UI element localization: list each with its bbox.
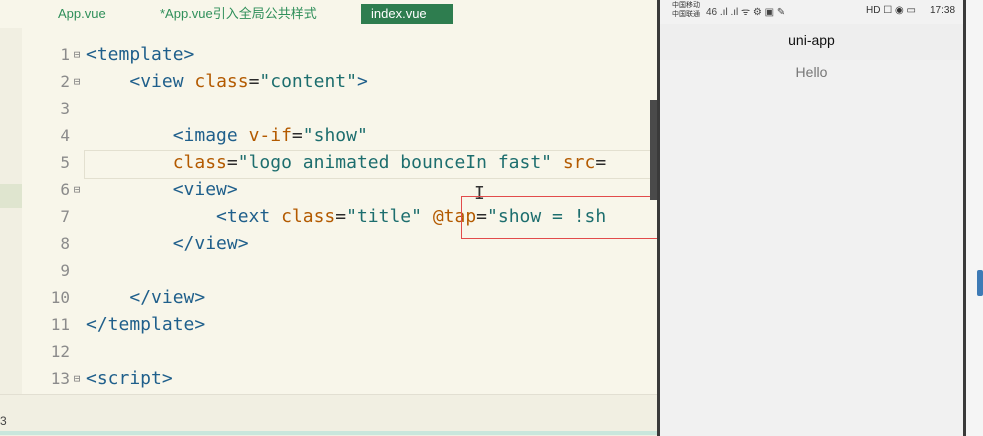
code-token: "logo animated bounceIn fast" bbox=[237, 152, 563, 173]
code-token: </view> bbox=[129, 287, 206, 308]
fold-toggle-icon[interactable]: ⊟ bbox=[72, 365, 82, 392]
line-number: 8 bbox=[60, 234, 70, 253]
code-line[interactable]: class="logo animated bounceIn fast" src= bbox=[86, 149, 607, 176]
code-token: = bbox=[595, 152, 607, 173]
code-line[interactable]: <image v-if="show" bbox=[86, 122, 368, 149]
line-number: 1 bbox=[60, 45, 70, 64]
line-number: 6 bbox=[60, 180, 70, 199]
code-token: "show" bbox=[302, 125, 368, 146]
phone-nav-bar: uni-app bbox=[660, 24, 963, 60]
carrier-label-2: 中国联通 bbox=[672, 11, 700, 18]
code-line[interactable]: </view> bbox=[86, 284, 205, 311]
fold-toggle-icon[interactable]: ⊟ bbox=[72, 41, 82, 68]
code-line[interactable]: <script> bbox=[86, 365, 173, 392]
line-number: 4 bbox=[60, 126, 70, 145]
code-token: = bbox=[291, 125, 303, 146]
bottom-accent-line bbox=[0, 431, 657, 435]
line-number: 10 bbox=[50, 288, 70, 307]
code-token: "title" bbox=[346, 206, 433, 227]
right-panel-marker[interactable] bbox=[977, 270, 983, 296]
battery-icons: HD ☐ ◉ ▭ bbox=[866, 5, 916, 16]
phone-status-bar: 中国移动 中国联通 46 .ıl .ıl ᯤ ⚙ ▣ ✎ HD ☐ ◉ ▭ 17… bbox=[660, 0, 963, 24]
line-number: 12 bbox=[50, 342, 70, 361]
code-line[interactable]: </view> bbox=[86, 230, 249, 257]
annotation-highlight-box bbox=[461, 196, 657, 239]
side-strip-marker bbox=[0, 184, 22, 208]
code-token: <script> bbox=[86, 368, 173, 389]
code-token: </view> bbox=[172, 233, 249, 254]
code-token: </template> bbox=[86, 314, 206, 335]
code-token: <view bbox=[129, 71, 195, 92]
tab-index-vue[interactable]: index.vue bbox=[361, 4, 453, 24]
code-token: src bbox=[562, 152, 596, 173]
line-number: 5 bbox=[60, 153, 70, 172]
code-token: > bbox=[356, 71, 368, 92]
line-number: 13 bbox=[50, 369, 70, 388]
code-token: <image bbox=[172, 125, 249, 146]
line-number: 9 bbox=[60, 261, 70, 280]
code-line[interactable]: <view class="content"> bbox=[86, 68, 368, 95]
status-time: 17:38 bbox=[930, 5, 956, 16]
code-token: "content" bbox=[259, 71, 357, 92]
tab-app-vue-modified[interactable]: *App.vue引入全局公共样式 bbox=[160, 4, 317, 24]
code-line[interactable]: <template> bbox=[86, 41, 194, 68]
editor-scrollbar-thumb[interactable] bbox=[650, 100, 657, 200]
code-token: <view> bbox=[172, 179, 238, 200]
code-token: class bbox=[281, 206, 336, 227]
tab-app-vue[interactable]: App.vue bbox=[58, 4, 106, 24]
line-number: 2 bbox=[60, 72, 70, 91]
bottom-panel bbox=[0, 394, 657, 436]
nav-title: uni-app bbox=[788, 32, 835, 48]
carrier-label-1: 中国移动 bbox=[672, 2, 700, 9]
line-number: 7 bbox=[60, 207, 70, 226]
code-token: = bbox=[335, 206, 347, 227]
code-editor[interactable]: App.vue *App.vue引入全局公共样式 index.vue 12345… bbox=[0, 0, 657, 436]
line-number: 11 bbox=[50, 315, 70, 334]
editor-side-strip bbox=[0, 28, 22, 408]
code-token: class bbox=[194, 71, 249, 92]
code-token: <text bbox=[216, 206, 282, 227]
fold-toggle-icon[interactable]: ⊟ bbox=[72, 176, 82, 203]
right-panel bbox=[966, 0, 983, 436]
signal-icons: 46 .ıl .ıl ᯤ ⚙ ▣ ✎ bbox=[706, 7, 786, 18]
code-line[interactable]: <view> bbox=[86, 176, 238, 203]
phone-simulator[interactable]: 中国移动 中国联通 46 .ıl .ıl ᯤ ⚙ ▣ ✎ HD ☐ ◉ ▭ 17… bbox=[657, 0, 966, 436]
line-number: 3 bbox=[60, 99, 70, 118]
code-token: = bbox=[226, 152, 238, 173]
code-token: class bbox=[172, 152, 227, 173]
code-token: = bbox=[248, 71, 260, 92]
fold-toggle-icon[interactable]: ⊟ bbox=[72, 68, 82, 95]
hello-text[interactable]: Hello bbox=[660, 64, 963, 80]
code-token: <template> bbox=[86, 44, 195, 65]
code-token: v-if bbox=[248, 125, 292, 146]
code-line[interactable]: </template> bbox=[86, 311, 205, 338]
tab-bar: App.vue *App.vue引入全局公共样式 index.vue bbox=[0, 0, 657, 28]
bottom-status-text: 3 bbox=[0, 414, 7, 428]
